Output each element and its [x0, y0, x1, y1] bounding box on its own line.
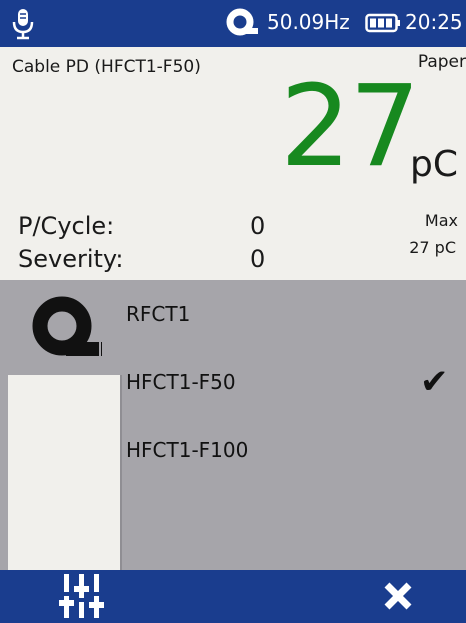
- pd-value: 27: [280, 62, 421, 192]
- pcycle-value: 0: [250, 212, 266, 240]
- sliders-icon[interactable]: [56, 572, 108, 620]
- pd-unit: pC: [410, 144, 458, 185]
- checkmark-icon: ✔: [420, 362, 449, 402]
- severity-value: 0: [250, 245, 266, 273]
- sensor-option-rfct1[interactable]: RFCT1: [126, 302, 190, 326]
- clock: 20:25: [405, 10, 463, 34]
- battery-icon: [365, 13, 400, 33]
- pcycle-label: P/Cycle:: [18, 212, 115, 240]
- sensor-clamp-icon: [226, 8, 258, 36]
- status-bar: 50.09Hz 20:25: [0, 0, 466, 47]
- sensor-option-hfct1-f50[interactable]: HFCT1-F50: [126, 370, 236, 394]
- sensor-category-tab[interactable]: [8, 280, 122, 375]
- max-value: 27 pC: [409, 238, 456, 257]
- measurement-title: Cable PD (HFCT1-F50): [12, 57, 201, 77]
- sensor-selection-list: RFCT1 HFCT1-F50 HFCT1-F100 ✔: [0, 280, 466, 570]
- frequency-readout: 50.09Hz: [267, 10, 350, 34]
- microphone-icon: [12, 9, 34, 40]
- close-icon[interactable]: [378, 576, 418, 616]
- reading-panel: Cable PD (HFCT1-F50) Paper 27 pC P/Cycle…: [0, 47, 466, 280]
- sensor-clamp-icon: [32, 296, 102, 356]
- cable-type-label: Paper: [417, 52, 466, 72]
- max-label: Max: [424, 211, 458, 230]
- bottom-toolbar: [0, 570, 466, 623]
- sensor-option-hfct1-f100[interactable]: HFCT1-F100: [126, 438, 248, 462]
- severity-label: Severity:: [18, 245, 124, 273]
